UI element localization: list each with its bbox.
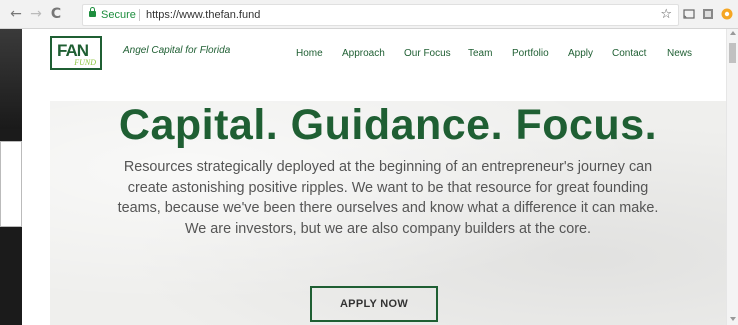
nav-approach[interactable]: Approach bbox=[342, 48, 385, 59]
extension-orange-icon[interactable] bbox=[721, 8, 733, 20]
hero-paragraph-line: We are investors, but we are also compan… bbox=[184, 220, 592, 237]
web-page: FAN FUND Angel Capital for Florida Home … bbox=[22, 29, 726, 325]
background-window bbox=[0, 141, 22, 227]
hero-headline: Capital. Guidance. Focus. bbox=[118, 101, 658, 149]
logo-subtext: FUND bbox=[74, 58, 96, 67]
hero-section: Capital. Guidance. Focus. Resources stra… bbox=[50, 101, 726, 325]
site-tagline: Angel Capital for Florida bbox=[123, 45, 231, 56]
nav-our-focus[interactable]: Our Focus bbox=[404, 48, 451, 59]
scroll-down-arrow-icon[interactable] bbox=[730, 317, 736, 321]
forward-icon[interactable]: → bbox=[28, 6, 44, 22]
lock-icon bbox=[89, 7, 96, 17]
page-scrollbar[interactable] bbox=[726, 29, 738, 325]
nav-team[interactable]: Team bbox=[468, 48, 492, 59]
extension-icon[interactable] bbox=[702, 8, 714, 20]
separator bbox=[139, 9, 140, 21]
nav-apply[interactable]: Apply bbox=[568, 48, 593, 59]
reload-icon[interactable]: C bbox=[48, 6, 64, 22]
url-text: https://www.thefan.fund bbox=[146, 9, 261, 21]
desktop-background bbox=[0, 29, 22, 325]
browser-toolbar: ← → C Secure https://www.thefan.fund ☆ bbox=[0, 0, 738, 29]
back-icon[interactable]: ← bbox=[8, 6, 24, 22]
bookmark-star-icon[interactable]: ☆ bbox=[660, 5, 672, 25]
hero-paragraph-line: Resources strategically deployed at the … bbox=[123, 159, 653, 175]
apply-now-button[interactable]: APPLY NOW bbox=[310, 286, 438, 322]
nav-home[interactable]: Home bbox=[296, 48, 323, 59]
scrollbar-thumb[interactable] bbox=[729, 43, 736, 63]
fan-fund-logo[interactable]: FAN FUND bbox=[50, 36, 102, 70]
scroll-up-arrow-icon[interactable] bbox=[730, 31, 736, 35]
hero-paragraph-line: create astonishing positive ripples. We … bbox=[127, 179, 649, 196]
nav-contact[interactable]: Contact bbox=[612, 48, 646, 59]
address-bar[interactable]: Secure https://www.thefan.fund ☆ bbox=[82, 4, 679, 26]
cast-icon[interactable] bbox=[683, 8, 695, 20]
secure-label: Secure bbox=[101, 9, 136, 21]
nav-portfolio[interactable]: Portfolio bbox=[512, 48, 549, 59]
hero-paragraph-line: teams, because we've been there ourselve… bbox=[117, 200, 659, 216]
hero-paragraph: Resources strategically deployed at the … bbox=[50, 157, 726, 239]
desktop-image bbox=[0, 29, 22, 129]
nav-news[interactable]: News bbox=[667, 48, 692, 59]
